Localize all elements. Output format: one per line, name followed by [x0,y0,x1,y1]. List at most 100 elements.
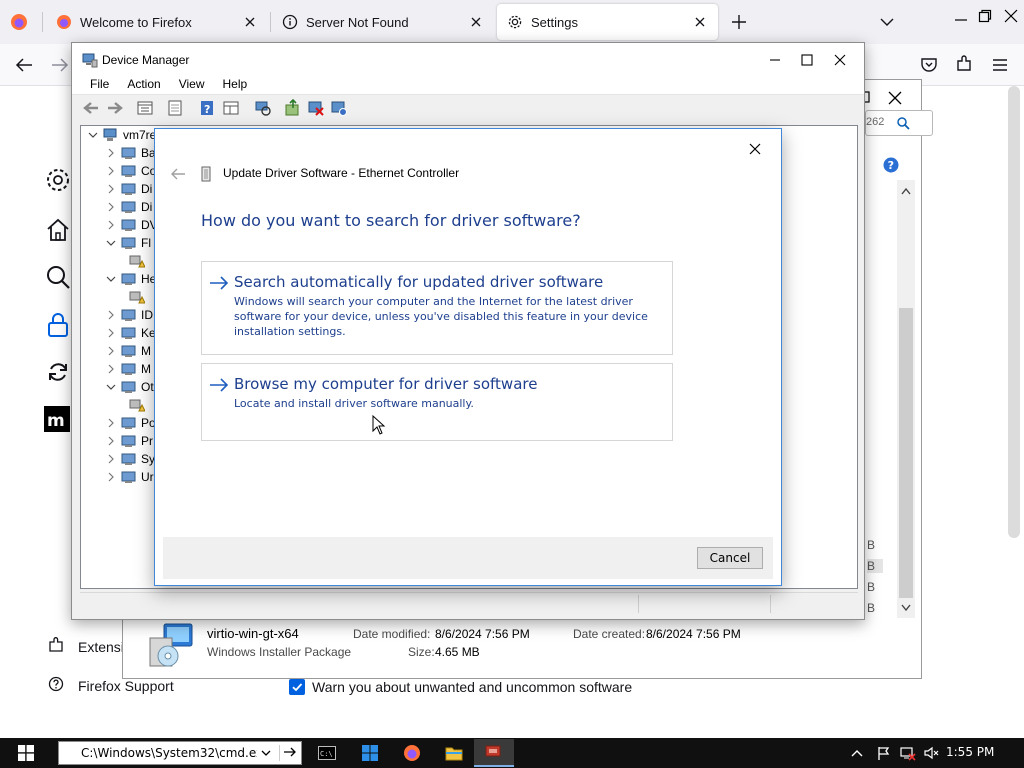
chevron-right-icon[interactable] [105,183,117,195]
cancel-button[interactable]: Cancel [697,547,763,569]
details-view-icon[interactable] [222,99,240,117]
chevron-right-icon[interactable] [105,309,117,321]
chevron-right-icon[interactable] [105,453,117,465]
chevron-down-icon[interactable] [105,381,117,393]
close-icon[interactable] [692,14,708,30]
chevron-right-icon[interactable] [105,435,117,447]
menu-file[interactable]: File [90,77,109,91]
back-arrow-icon[interactable] [169,166,187,182]
back-button[interactable] [14,56,34,74]
chevron-down-icon[interactable] [105,237,117,249]
forward-arrow-icon[interactable] [106,99,124,117]
tree-item[interactable] [129,288,149,306]
properties-view-icon[interactable] [136,99,154,117]
list-all-tabs-button[interactable] [878,14,896,30]
tree-item[interactable]: Di [105,198,152,216]
search-automatically-option[interactable]: Search automatically for updated driver … [201,261,673,355]
taskbar-device-manager-icon[interactable] [474,739,514,767]
action-center-flag-icon[interactable] [876,745,892,761]
maximize-button[interactable] [796,49,818,71]
chevron-down-icon[interactable] [259,746,273,760]
taskbar-cmd-icon[interactable]: C:\ [307,739,347,767]
list-scrollbar[interactable] [897,180,915,618]
minimize-button[interactable] [948,4,974,28]
search-icon[interactable] [44,263,72,291]
tab-welcome[interactable]: Welcome to Firefox [46,4,268,40]
run-command-input[interactable] [81,746,257,760]
sync-icon[interactable] [44,358,72,386]
chevron-right-icon[interactable] [105,363,117,375]
chevron-right-icon[interactable] [105,147,117,159]
firefox-menu-icon[interactable] [10,13,28,31]
warn-unwanted-software-checkbox[interactable] [289,679,305,695]
mozilla-icon[interactable]: m [44,406,70,432]
chevron-right-icon[interactable] [105,471,117,483]
network-disconnected-icon[interactable] [900,745,916,761]
close-icon[interactable] [242,14,258,30]
close-icon[interactable] [887,90,903,106]
chevron-down-icon[interactable] [105,273,117,285]
taskbar-firefox-icon[interactable] [392,739,432,767]
close-button[interactable] [745,139,765,159]
uninstall-device-icon[interactable] [307,99,325,117]
scan-hardware-icon[interactable] [254,99,272,117]
tree-item[interactable]: Po [105,414,156,432]
tree-item[interactable] [129,396,149,414]
enable-device-icon[interactable] [330,99,348,117]
extensions-link[interactable]: Extensi [48,637,124,656]
device-manager-title-bar[interactable]: Device Manager [72,43,864,77]
help-book-icon[interactable]: ? [198,99,216,117]
warn-unwanted-software-checkbox-row[interactable]: Warn you about unwanted and uncommon sof… [289,679,632,695]
page-scrollbar[interactable] [1004,86,1024,738]
taskbar-file-explorer-icon[interactable] [434,739,474,767]
tab-settings[interactable]: Settings [497,4,718,40]
browse-computer-option[interactable]: Browse my computer for driver software L… [201,363,673,441]
hamburger-menu-icon[interactable] [991,56,1009,74]
chevron-right-icon[interactable] [105,345,117,357]
menu-view[interactable]: View [179,77,205,91]
extensions-icon[interactable] [955,55,973,73]
close-icon[interactable] [468,14,484,30]
gear-icon[interactable] [44,166,72,194]
close-button[interactable] [829,49,851,71]
menu-action[interactable]: Action [127,77,160,91]
lock-icon[interactable] [44,311,72,339]
chevron-right-icon[interactable] [105,417,117,429]
forward-button[interactable] [50,56,70,74]
tree-item[interactable]: Sy [105,450,155,468]
chevron-right-icon[interactable] [105,327,117,339]
tree-root[interactable]: vm7re [87,126,156,144]
tree-item[interactable]: DV [105,216,158,234]
tree-item[interactable]: Ba [105,144,156,162]
tree-item[interactable]: Di [105,180,152,198]
tree-item[interactable]: M [105,342,151,360]
tab-server-not-found[interactable]: Server Not Found [272,4,494,40]
tree-item[interactable]: He [105,270,156,288]
pocket-icon[interactable] [920,56,938,74]
tree-item[interactable] [129,252,149,270]
run-command-box[interactable] [58,741,302,765]
new-tab-button[interactable] [730,13,748,31]
minimize-button[interactable] [764,49,786,71]
taskbar-clock[interactable]: 1:55 PM [946,745,994,759]
chevron-right-icon[interactable] [105,219,117,231]
chevron-up-icon[interactable] [849,745,865,761]
tree-item[interactable]: ID [105,306,153,324]
tree-item[interactable]: Fl [105,234,151,252]
run-arrow-icon[interactable] [279,745,297,761]
tree-item[interactable]: Co [105,162,156,180]
restore-button[interactable] [972,4,998,28]
chevron-right-icon[interactable] [105,201,117,213]
chevron-down-icon[interactable] [87,129,99,141]
update-driver-icon[interactable] [284,98,302,117]
tree-item[interactable]: Pr [105,432,153,450]
chevron-right-icon[interactable] [105,165,117,177]
start-button[interactable] [0,738,52,768]
back-arrow-icon[interactable] [82,99,100,117]
help-icon[interactable]: ? [883,157,899,173]
home-icon[interactable] [44,216,72,244]
tree-item[interactable]: M [105,360,151,378]
menu-help[interactable]: Help [223,77,248,91]
tree-item[interactable]: Ke [105,324,156,342]
taskbar-windows-store-icon[interactable] [350,739,390,767]
